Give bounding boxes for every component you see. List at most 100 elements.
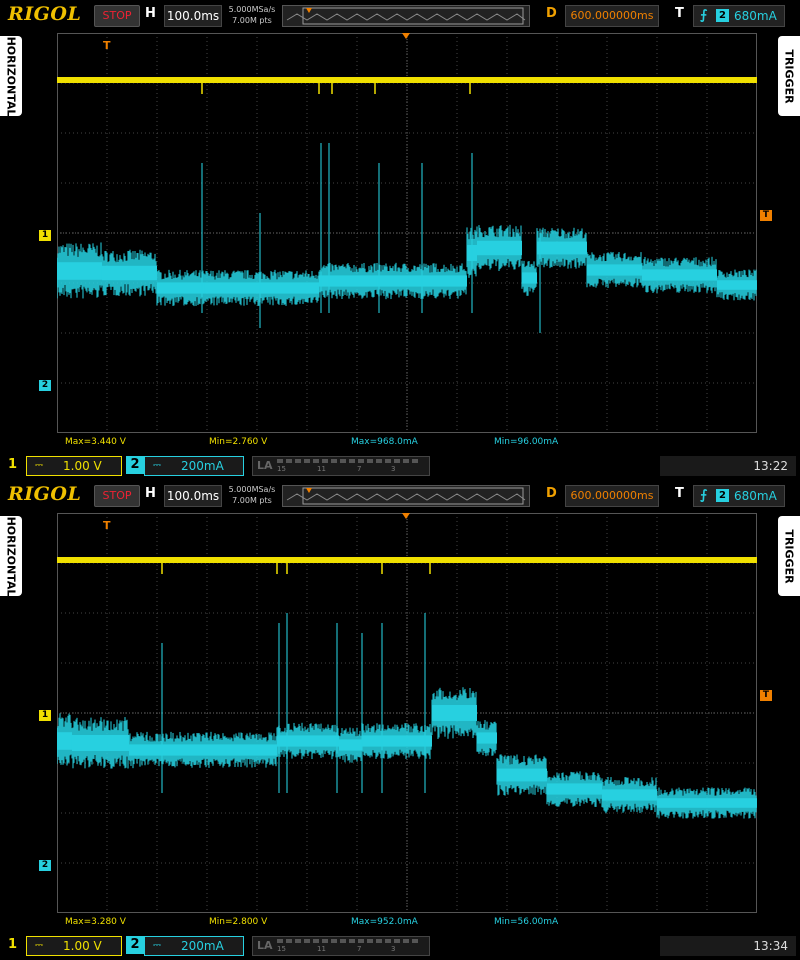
la-bit-square bbox=[313, 939, 319, 943]
trigger-level: 680mA bbox=[734, 9, 777, 23]
grid bbox=[57, 33, 757, 433]
ch2-band-core bbox=[537, 241, 587, 255]
system-clock: 13:34 bbox=[660, 936, 796, 956]
delay-label: D bbox=[546, 6, 557, 21]
run-stop-indicator[interactable]: STOP bbox=[94, 5, 140, 27]
la-bit-15: 15 bbox=[277, 465, 286, 473]
logic-analyzer-panel[interactable]: LA 15 11 7 3 bbox=[252, 456, 430, 476]
delay-value[interactable]: 600.000000ms bbox=[565, 5, 659, 27]
trigger-source: 2 bbox=[716, 489, 729, 502]
la-bit-15: 15 bbox=[277, 945, 286, 953]
la-bit-square bbox=[367, 939, 373, 943]
la-label: LA bbox=[257, 939, 273, 952]
ch2-band-core bbox=[319, 275, 377, 287]
delay-value[interactable]: 600.000000ms bbox=[565, 485, 659, 507]
memory-overview-strip[interactable] bbox=[282, 485, 530, 507]
la-bit-square bbox=[340, 459, 346, 463]
waveform-display[interactable]: T bbox=[57, 513, 757, 913]
waveform-canvas: T bbox=[57, 513, 757, 913]
ch2-band-core bbox=[57, 262, 102, 280]
ch1-number[interactable]: 1 bbox=[8, 937, 17, 952]
ch2-band-core bbox=[157, 282, 205, 294]
ch1-settings[interactable]: ⎓ 1.00 V bbox=[26, 456, 122, 476]
ch2-band-core bbox=[339, 739, 362, 751]
ch2-settings[interactable]: ⎓ 200mA bbox=[144, 456, 244, 476]
dc-coupling-icon: ⎓ bbox=[35, 940, 43, 951]
trigger-settings[interactable]: ⨍ 2 680mA bbox=[693, 5, 785, 27]
ch2-offset-marker[interactable]: 2 bbox=[39, 380, 51, 391]
horizontal-menu-tab[interactable]: HORIZONTAL bbox=[0, 516, 22, 596]
ch2-scale: 200mA bbox=[181, 939, 224, 953]
trigger-menu-tab[interactable]: TRIGGER bbox=[778, 36, 800, 116]
dc-coupling-icon: ⎓ bbox=[153, 460, 161, 471]
measurement-bar: Max=3.280 V Min=2.800 V Max=952.0mA Min=… bbox=[57, 917, 757, 929]
memory-overview-strip[interactable] bbox=[282, 5, 530, 27]
waveform-display[interactable]: T bbox=[57, 33, 757, 433]
timebase-value[interactable]: 100.0ms bbox=[164, 5, 222, 27]
la-bit-square bbox=[286, 459, 292, 463]
memory-depth: 7.00M pts bbox=[232, 16, 272, 25]
ch1-settings[interactable]: ⎓ 1.00 V bbox=[26, 936, 122, 956]
ch2-band-core bbox=[129, 744, 162, 756]
la-bit-square bbox=[394, 459, 400, 463]
ch1-number[interactable]: 1 bbox=[8, 457, 17, 472]
ch2-band-core bbox=[657, 798, 707, 808]
la-bit-11: 11 bbox=[317, 465, 326, 473]
horizontal-menu-tab[interactable]: HORIZONTAL bbox=[0, 36, 22, 116]
scope-screen-2: RIGOL STOP H 100.0ms 5.000MSa/s 7.00M pt… bbox=[0, 480, 800, 960]
bottom-channel-bar: 1 ⎓ 1.00 V 2 ⎓ 200mA LA 15 11 7 3 13:22 bbox=[0, 454, 800, 478]
ch2-settings[interactable]: ⎓ 200mA bbox=[144, 936, 244, 956]
trigger-settings[interactable]: ⨍ 2 680mA bbox=[693, 485, 785, 507]
ch2-band-core bbox=[102, 265, 157, 281]
rising-edge-icon: ⨍ bbox=[700, 8, 708, 23]
trigger-level: 680mA bbox=[734, 489, 777, 503]
ch2-offset-marker[interactable]: 2 bbox=[39, 860, 51, 871]
ch2-scale: 200mA bbox=[181, 459, 224, 473]
la-bit-square bbox=[277, 939, 283, 943]
la-bit-7: 7 bbox=[357, 945, 362, 953]
ch2-number[interactable]: 2 bbox=[126, 936, 144, 954]
brand-logo: RIGOL bbox=[8, 483, 82, 505]
ch1-offset-marker[interactable]: 1 bbox=[39, 230, 51, 241]
la-bit-square bbox=[367, 459, 373, 463]
la-bit-3: 3 bbox=[391, 945, 396, 953]
ch2-band-core bbox=[547, 783, 602, 795]
ch2-max-measurement: Max=968.0mA bbox=[351, 437, 418, 447]
ch1-max-measurement: Max=3.440 V bbox=[65, 437, 126, 447]
la-bit-square bbox=[376, 939, 382, 943]
ch2-band-core bbox=[432, 705, 477, 721]
la-bit-square bbox=[304, 459, 310, 463]
la-bit-square bbox=[349, 939, 355, 943]
trigger-label: T bbox=[675, 486, 684, 501]
logic-analyzer-panel[interactable]: LA 15 11 7 3 bbox=[252, 936, 430, 956]
trigger-tab-label: TRIGGER bbox=[782, 48, 796, 104]
la-bit-square bbox=[322, 939, 328, 943]
la-bit-7: 7 bbox=[357, 465, 362, 473]
ch2-band-core bbox=[707, 798, 757, 808]
ch2-band-core bbox=[642, 269, 717, 281]
la-bit-square bbox=[304, 939, 310, 943]
la-bit-square bbox=[295, 939, 301, 943]
la-bit-square bbox=[403, 939, 409, 943]
trigger-time-marker: T bbox=[103, 519, 111, 532]
scope-screen-1: RIGOL STOP H 100.0ms 5.000MSa/s 7.00M pt… bbox=[0, 0, 800, 480]
trigger-level-marker[interactable]: T bbox=[760, 210, 772, 221]
ch2-band-core bbox=[522, 272, 537, 284]
ch2-min-measurement: Min=56.00mA bbox=[494, 917, 559, 927]
la-bit-square bbox=[394, 939, 400, 943]
sample-rate: 5.000MSa/s bbox=[228, 485, 276, 494]
run-stop-indicator[interactable]: STOP bbox=[94, 485, 140, 507]
memory-trigger-marker-icon bbox=[306, 488, 312, 493]
trigger-level-marker[interactable]: T bbox=[760, 690, 772, 701]
ch2-number[interactable]: 2 bbox=[126, 456, 144, 474]
horizontal-tab-label: HORIZONTAL bbox=[4, 516, 18, 596]
trigger-menu-tab[interactable]: TRIGGER bbox=[778, 516, 800, 596]
ch2-band-core bbox=[57, 732, 72, 750]
la-bit-square bbox=[286, 939, 292, 943]
la-bit-indicators bbox=[277, 939, 418, 943]
la-bit-square bbox=[331, 939, 337, 943]
ch1-scale: 1.00 V bbox=[63, 459, 102, 473]
ch2-band-core bbox=[409, 275, 467, 287]
ch1-offset-marker[interactable]: 1 bbox=[39, 710, 51, 721]
timebase-value[interactable]: 100.0ms bbox=[164, 485, 222, 507]
